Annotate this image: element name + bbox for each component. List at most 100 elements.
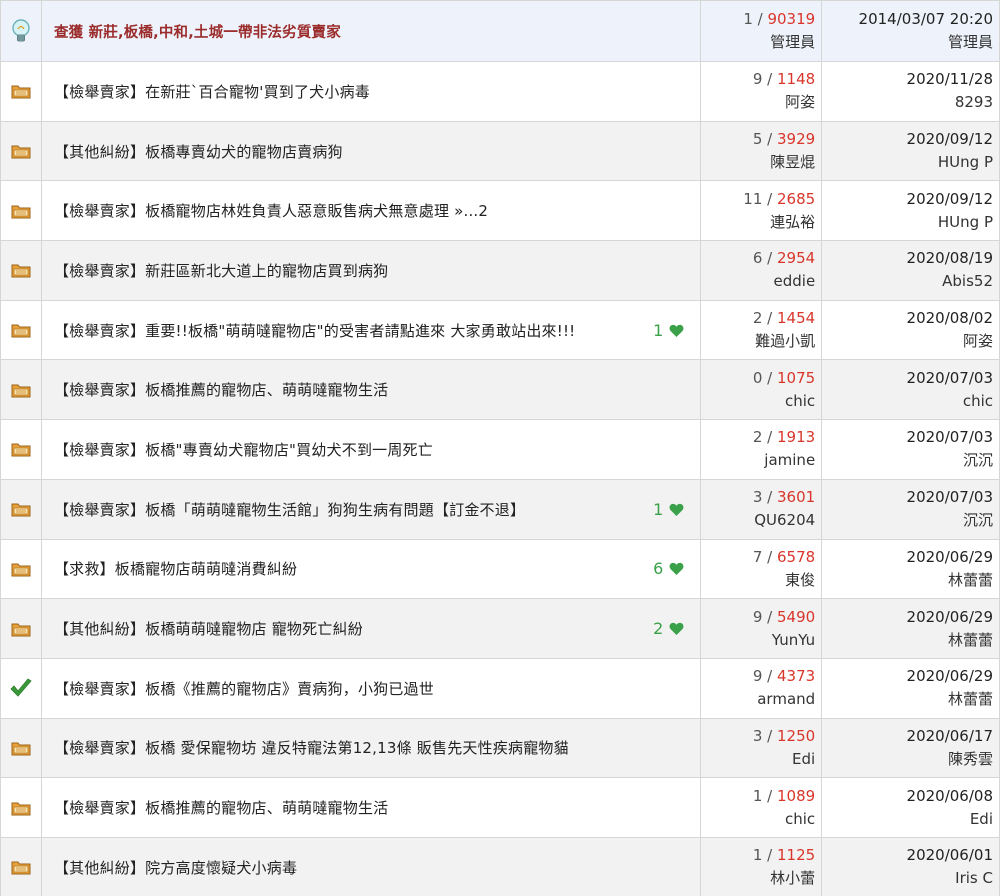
thread-row[interactable]: 【檢舉賣家】在新莊`百合寵物'買到了犬小病毒 9 / 1148 阿姿 2020/…: [1, 62, 1000, 122]
thread-starter-link[interactable]: 難過小凱: [755, 330, 815, 353]
last-post-user-link[interactable]: 管理員: [948, 31, 993, 54]
thread-stats-cell: 7 / 6578 東俊: [701, 539, 823, 599]
thread-starter-link[interactable]: eddie: [774, 270, 816, 293]
thread-starter-link[interactable]: Edi: [792, 748, 815, 771]
thread-row[interactable]: 【其他糾紛】板橋專賣幼犬的寵物店賣病狗 5 / 3929 陳昱焜 2020/09…: [1, 121, 1000, 182]
last-post-date-link[interactable]: 2014/03/07 20:20: [859, 8, 993, 31]
last-post-date-link[interactable]: 2020/07/03: [907, 486, 993, 509]
last-post-user-link[interactable]: 阿姿: [963, 330, 993, 353]
thread-row[interactable]: 【檢舉賣家】板橋寵物店林姓負責人惡意販售病犬無意處理 »...2 11 / 26…: [1, 181, 1000, 242]
last-post-user-link[interactable]: 沉沉: [963, 449, 993, 472]
last-post-user-link[interactable]: chic: [963, 390, 993, 413]
view-count: 4373: [776, 667, 816, 686]
last-post-cell: 2020/06/29 林蕾蕾: [822, 658, 1000, 718]
last-post-date-link[interactable]: 2020/06/29: [907, 546, 993, 569]
thread-status-cell: [1, 837, 42, 896]
thread-title-link[interactable]: 【檢舉賣家】板橋寵物店林姓負責人惡意販售病犬無意處理 »...2: [54, 200, 690, 221]
thread-title-link[interactable]: 【檢舉賣家】板橋「萌萌噠寵物生活館」狗狗生病有問題【訂金不退】: [54, 499, 643, 520]
thread-row[interactable]: 【檢舉賣家】板橋 愛保寵物坊 違反特寵法第12,13條 販售先天性疾病寵物貓 3…: [1, 718, 1000, 779]
thread-title-link[interactable]: 【檢舉賣家】重要!!板橋"萌萌噠寵物店"的受害者請點進來 大家勇敢站出來!!!: [54, 320, 643, 341]
last-post-user-link[interactable]: 林蕾蕾: [948, 629, 993, 652]
thread-title-link[interactable]: 【檢舉賣家】新莊區新北大道上的寵物店買到病狗: [54, 260, 690, 281]
thread-starter-link[interactable]: jamine: [764, 449, 815, 472]
last-post-date-link[interactable]: 2020/06/17: [907, 725, 993, 748]
thread-title-link[interactable]: 【其他糾紛】院方高度懷疑犬小病毒: [54, 857, 690, 878]
thread-row[interactable]: 【檢舉賣家】重要!!板橋"萌萌噠寵物店"的受害者請點進來 大家勇敢站出來!!! …: [1, 300, 1000, 361]
last-post-date-link[interactable]: 2020/08/19: [907, 247, 993, 270]
thread-row[interactable]: 【檢舉賣家】板橋"專賣幼犬寵物店"買幼犬不到一周死亡 2 / 1913 jami…: [1, 420, 1000, 480]
reply-view-counts: 9 / 5490: [753, 606, 815, 629]
last-post-user-link[interactable]: Abis52: [942, 270, 993, 293]
reply-view-counts: 7 / 6578: [753, 546, 815, 569]
thread-status-cell: [1, 181, 42, 241]
thread-title-link[interactable]: 查獲 新莊,板橋,中和,土城一帶非法劣質賣家: [54, 21, 690, 42]
thread-title-link[interactable]: 【其他糾紛】板橋萌萌噠寵物店 寵物死亡糾紛: [54, 618, 643, 639]
reply-count: 2: [752, 428, 763, 447]
last-post-cell: 2020/07/03 沉沉: [822, 479, 1000, 539]
last-post-user-link[interactable]: Iris C: [955, 867, 993, 890]
thread-starter-link[interactable]: 管理員: [770, 31, 815, 54]
last-post-date-link[interactable]: 2020/07/03: [907, 426, 993, 449]
thread-starter-link[interactable]: chic: [785, 808, 815, 831]
likes-number: 6: [653, 559, 664, 579]
last-post-user-link[interactable]: 沉沉: [963, 509, 993, 532]
last-post-date-link[interactable]: 2020/09/12: [907, 128, 993, 151]
last-post-user-link[interactable]: HUng P: [938, 211, 993, 234]
thread-row[interactable]: 【其他糾紛】院方高度懷疑犬小病毒 1 / 1125 林小蕾 2020/06/01…: [1, 837, 1000, 896]
thread-row[interactable]: 【檢舉賣家】新莊區新北大道上的寵物店買到病狗 6 / 2954 eddie 20…: [1, 241, 1000, 301]
last-post-user-link[interactable]: 8293: [955, 91, 993, 114]
thread-title-link[interactable]: 【檢舉賣家】板橋推薦的寵物店、萌萌噠寵物生活: [54, 797, 690, 818]
thread-row[interactable]: 【檢舉賣家】板橋《推薦的寵物店》賣病狗，小狗已過世 9 / 4373 arman…: [1, 658, 1000, 719]
last-post-date-link[interactable]: 2020/06/01: [907, 844, 993, 867]
last-post-cell: 2020/08/19 Abis52: [822, 241, 1000, 300]
thread-status-cell: [1, 300, 42, 360]
thread-row[interactable]: 【檢舉賣家】板橋推薦的寵物店、萌萌噠寵物生活 1 / 1089 chic 202…: [1, 778, 1000, 838]
last-post-date-link[interactable]: 2020/11/28: [907, 68, 993, 91]
thread-starter-link[interactable]: 林小蕾: [770, 867, 815, 890]
count-separator: /: [762, 607, 777, 626]
last-post-cell: 2020/06/29 林蕾蕾: [822, 539, 1000, 599]
thread-title-link[interactable]: 【檢舉賣家】板橋"專賣幼犬寵物店"買幼犬不到一周死亡: [54, 439, 690, 460]
last-post-user-link[interactable]: 林蕾蕾: [948, 569, 993, 592]
thread-stats-cell: 11 / 2685 連弘裕: [701, 181, 823, 241]
thread-row[interactable]: 查獲 新莊,板橋,中和,土城一帶非法劣質賣家 1 / 90319 管理員 201…: [1, 1, 1000, 62]
thread-stats-cell: 1 / 90319 管理員: [701, 1, 823, 61]
thread-starter-link[interactable]: 連弘裕: [770, 211, 815, 234]
thread-starter-link[interactable]: YunYu: [772, 629, 815, 652]
thread-row[interactable]: 【檢舉賣家】板橋推薦的寵物店、萌萌噠寵物生活 0 / 1075 chic 202…: [1, 360, 1000, 421]
thread-title-link[interactable]: 【檢舉賣家】板橋推薦的寵物店、萌萌噠寵物生活: [54, 379, 690, 400]
thread-title-link[interactable]: 【檢舉賣家】在新莊`百合寵物'買到了犬小病毒: [54, 81, 690, 102]
thread-list: 查獲 新莊,板橋,中和,土城一帶非法劣質賣家 1 / 90319 管理員 201…: [0, 0, 1000, 896]
last-post-date-link[interactable]: 2020/06/29: [907, 665, 993, 688]
thread-starter-link[interactable]: 阿姿: [785, 91, 815, 114]
thread-title-link[interactable]: 【檢舉賣家】板橋 愛保寵物坊 違反特寵法第12,13條 販售先天性疾病寵物貓: [54, 737, 690, 758]
reply-view-counts: 6 / 2954: [753, 247, 815, 270]
thread-starter-link[interactable]: 陳昱焜: [770, 151, 815, 174]
last-post-user-link[interactable]: 林蕾蕾: [948, 688, 993, 711]
thread-row[interactable]: 【求救】板橋寵物店萌萌噠消費糾紛 6 7 / 6578 東俊 2020/06/2…: [1, 539, 1000, 600]
thread-starter-link[interactable]: chic: [785, 390, 815, 413]
last-post-user-link[interactable]: HUng P: [938, 151, 993, 174]
thread-starter-link[interactable]: QU6204: [754, 509, 815, 532]
last-post-cell: 2020/09/12 HUng P: [822, 121, 1000, 181]
last-post-cell: 2020/06/01 Iris C: [822, 837, 1000, 896]
last-post-date-link[interactable]: 2020/08/02: [907, 307, 993, 330]
reply-count: 1: [752, 846, 763, 865]
thread-status-cell: [1, 241, 42, 300]
thread-starter-link[interactable]: 東俊: [785, 569, 815, 592]
last-post-date-link[interactable]: 2020/09/12: [907, 188, 993, 211]
thread-title-link[interactable]: 【求救】板橋寵物店萌萌噠消費糾紛: [54, 558, 643, 579]
last-post-user-link[interactable]: Edi: [970, 808, 993, 831]
last-post-cell: 2020/07/03 沉沉: [822, 420, 1000, 479]
thread-starter-link[interactable]: armand: [757, 688, 815, 711]
last-post-date-link[interactable]: 2020/06/08: [907, 785, 993, 808]
thread-title-link[interactable]: 【其他糾紛】板橋專賣幼犬的寵物店賣病狗: [54, 141, 690, 162]
thread-title-link[interactable]: 【檢舉賣家】板橋《推薦的寵物店》賣病狗，小狗已過世: [54, 678, 690, 699]
thread-stats-cell: 5 / 3929 陳昱焜: [701, 121, 823, 181]
thread-row[interactable]: 【檢舉賣家】板橋「萌萌噠寵物生活館」狗狗生病有問題【訂金不退】 1 3 / 36…: [1, 479, 1000, 540]
view-count: 1913: [776, 428, 816, 447]
last-post-user-link[interactable]: 陳秀雲: [948, 748, 993, 771]
last-post-date-link[interactable]: 2020/06/29: [907, 606, 993, 629]
thread-row[interactable]: 【其他糾紛】板橋萌萌噠寵物店 寵物死亡糾紛 2 9 / 5490 YunYu 2…: [1, 599, 1000, 659]
last-post-date-link[interactable]: 2020/07/03: [907, 367, 993, 390]
